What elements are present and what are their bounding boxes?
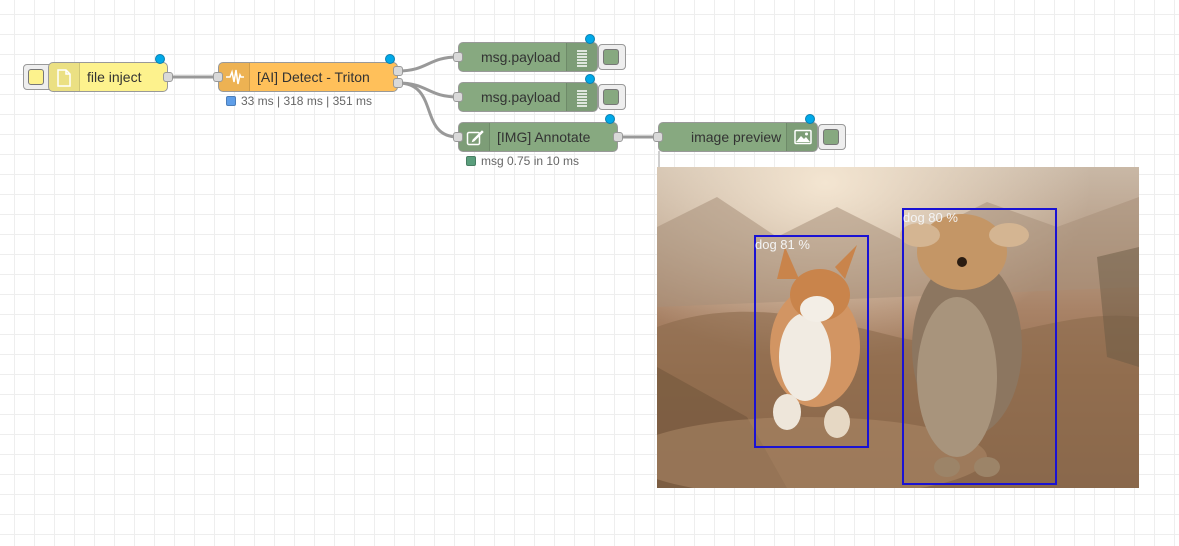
- node-debug-1[interactable]: msg.payload: [458, 42, 598, 72]
- node-debug-2[interactable]: msg.payload: [458, 82, 598, 112]
- status-dot: [466, 156, 476, 166]
- node-detect[interactable]: [AI] Detect - Triton: [218, 62, 398, 92]
- output-port[interactable]: [613, 132, 623, 142]
- node-detect-label: [AI] Detect - Triton: [257, 69, 370, 85]
- annotated-preview-image: dog 81 % dog 80 %: [657, 167, 1139, 488]
- debug-toggle-inner[interactable]: [603, 49, 619, 65]
- detection-label-1: dog 81 %: [755, 237, 810, 252]
- changed-indicator: [805, 114, 815, 124]
- status-text: 33 ms | 318 ms | 351 ms: [241, 94, 372, 108]
- list-icon: [566, 43, 597, 71]
- changed-indicator: [585, 34, 595, 44]
- input-port[interactable]: [453, 92, 463, 102]
- input-port[interactable]: [213, 72, 223, 82]
- status-text: msg 0.75 in 10 ms: [481, 154, 580, 168]
- changed-indicator: [605, 114, 615, 124]
- changed-indicator: [585, 74, 595, 84]
- output-port[interactable]: [163, 72, 173, 82]
- image-icon: [786, 123, 817, 151]
- changed-indicator: [155, 54, 165, 64]
- input-port[interactable]: [453, 52, 463, 62]
- inject-button-inner[interactable]: [28, 69, 44, 85]
- status-dot: [226, 96, 236, 106]
- list-icon: [566, 83, 597, 111]
- node-debug-1-label: msg.payload: [481, 49, 561, 65]
- node-file-inject[interactable]: file inject: [48, 62, 168, 92]
- file-icon: [49, 63, 80, 91]
- output-port-2[interactable]: [393, 78, 403, 88]
- detection-box-1: [754, 235, 869, 448]
- wire-detect-to-debug1[interactable]: [397, 55, 459, 73]
- node-file-inject-label: file inject: [87, 69, 142, 85]
- waveform-icon: [219, 63, 250, 91]
- node-annotate-label: [IMG] Annotate: [497, 129, 591, 145]
- detection-label-2: dog 80 %: [903, 210, 958, 225]
- edit-icon: [459, 123, 490, 151]
- detection-box-2: [902, 208, 1057, 485]
- input-port[interactable]: [653, 132, 663, 142]
- debug-toggle-button[interactable]: [598, 84, 626, 110]
- preview-toggle-inner[interactable]: [823, 129, 839, 145]
- input-port[interactable]: [453, 132, 463, 142]
- preview-toggle-button[interactable]: [818, 124, 846, 150]
- node-debug-2-label: msg.payload: [481, 89, 561, 105]
- node-image-preview-label: image preview: [691, 129, 782, 145]
- output-port-1[interactable]: [393, 66, 403, 76]
- node-annotate[interactable]: [IMG] Annotate: [458, 122, 618, 152]
- debug-toggle-button[interactable]: [598, 44, 626, 70]
- changed-indicator: [385, 54, 395, 64]
- dogs-photo: [657, 167, 1139, 488]
- node-image-preview[interactable]: image preview: [658, 122, 818, 152]
- debug-toggle-inner[interactable]: [603, 89, 619, 105]
